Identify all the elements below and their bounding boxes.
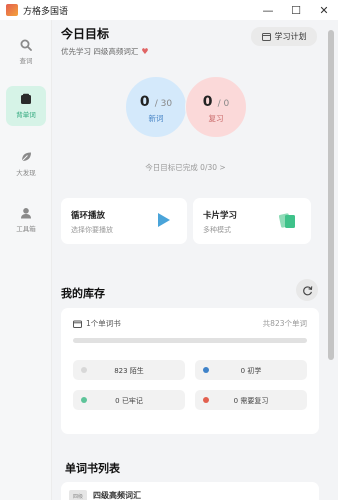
book-list-title: 单词书列表 bbox=[65, 462, 120, 475]
stat-text: 0 初学 bbox=[240, 367, 262, 375]
subtitle-text: 优先学习 四级高频词汇 bbox=[61, 47, 139, 56]
library-title: 我的库存 bbox=[61, 287, 105, 300]
scrollbar-thumb[interactable] bbox=[328, 30, 334, 360]
title-bar: 方格多国语 — ☐ ✕ bbox=[0, 0, 338, 20]
review-circle[interactable]: 0 / 0 复习 bbox=[185, 76, 247, 138]
sidebar-item-search[interactable]: 查词 bbox=[6, 32, 46, 72]
sidebar: 查词 背单词 大发现 工具箱 bbox=[0, 20, 52, 500]
calendar-icon bbox=[261, 33, 271, 41]
flashcard-card[interactable]: 卡片学习 多种模式 bbox=[193, 198, 311, 244]
flashcard-title: 卡片学习 bbox=[203, 211, 238, 221]
sidebar-item-discover[interactable]: 大发现 bbox=[6, 144, 46, 184]
book-count: 1个单词书 bbox=[73, 318, 121, 329]
play-icon bbox=[158, 213, 170, 227]
book-cover: 四级 bbox=[69, 490, 87, 500]
sidebar-item-tools[interactable]: 工具箱 bbox=[6, 200, 46, 240]
study-plan-button[interactable]: 学习计划 bbox=[251, 27, 317, 46]
review-done: 0 bbox=[202, 93, 213, 110]
page-title: 今日目标 bbox=[61, 27, 110, 41]
list-item[interactable]: 四级 四级高频词汇 bbox=[61, 482, 319, 500]
stat-memorized[interactable]: 0 已牢记 bbox=[73, 390, 185, 410]
stat-text: 0 需要复习 bbox=[233, 397, 269, 405]
window-controls: — ☐ ✕ bbox=[254, 0, 338, 20]
refresh-icon bbox=[302, 285, 312, 295]
mastery-bar bbox=[73, 338, 307, 343]
sidebar-item-label: 工具箱 bbox=[16, 225, 36, 233]
book-icon bbox=[21, 93, 31, 104]
stat-beginner[interactable]: 0 初学 bbox=[195, 360, 307, 380]
stat-text: 823 陌生 bbox=[114, 367, 144, 375]
book-outline-icon bbox=[73, 320, 82, 328]
book-count-text: 1个单词书 bbox=[86, 319, 121, 328]
stat-need-review[interactable]: 0 需要复习 bbox=[195, 390, 307, 410]
sidebar-item-label: 大发现 bbox=[16, 169, 36, 177]
stat-unfamiliar[interactable]: 823 陌生 bbox=[73, 360, 185, 380]
new-words-done: 0 bbox=[139, 93, 150, 110]
sidebar-item-vocabulary[interactable]: 背单词 bbox=[6, 86, 46, 126]
flashcard-subtitle: 多种模式 bbox=[203, 226, 231, 234]
main-panel: 今日目标 优先学习 四级高频词汇 ♥ 学习计划 0 / 30 新词 0 / 0 … bbox=[53, 20, 338, 500]
new-words-total: / 30 bbox=[154, 98, 173, 109]
minimize-button[interactable]: — bbox=[254, 0, 282, 20]
leaf-icon bbox=[21, 152, 31, 162]
loop-play-title: 循环播放 bbox=[71, 211, 106, 221]
book-name: 四级高频词汇 bbox=[93, 491, 141, 500]
review-label: 复习 bbox=[208, 113, 224, 123]
heart-icon: ♥ bbox=[141, 47, 149, 56]
new-words-label: 新词 bbox=[148, 113, 164, 123]
cards-icon bbox=[279, 213, 295, 228]
sidebar-item-label: 查词 bbox=[19, 57, 33, 65]
scrollbar[interactable] bbox=[326, 20, 336, 500]
search-icon bbox=[20, 39, 32, 51]
review-total: / 0 bbox=[217, 98, 230, 109]
total-words: 共823个单词 bbox=[262, 319, 307, 328]
app-title: 方格多国语 bbox=[23, 6, 69, 17]
sidebar-item-label: 背单词 bbox=[16, 111, 36, 119]
stat-text: 0 已牢记 bbox=[115, 397, 143, 405]
close-button[interactable]: ✕ bbox=[310, 0, 338, 20]
today-subtitle: 优先学习 四级高频词汇 ♥ bbox=[61, 46, 149, 57]
goal-progress-link[interactable]: 今日目标已完成 0/30 > bbox=[53, 162, 318, 173]
maximize-button[interactable]: ☐ bbox=[282, 0, 310, 20]
user-icon bbox=[21, 208, 31, 219]
new-words-circle[interactable]: 0 / 30 新词 bbox=[125, 76, 187, 138]
study-plan-label: 学习计划 bbox=[274, 32, 307, 41]
loop-play-subtitle: 选择你要播放 bbox=[71, 226, 113, 234]
app-logo bbox=[6, 4, 18, 16]
library-card: 1个单词书 共823个单词 823 陌生 0 初学 0 已牢记 0 需要复习 bbox=[61, 308, 319, 434]
refresh-button[interactable] bbox=[296, 279, 318, 301]
loop-play-card[interactable]: 循环播放 选择你要播放 bbox=[61, 198, 187, 244]
